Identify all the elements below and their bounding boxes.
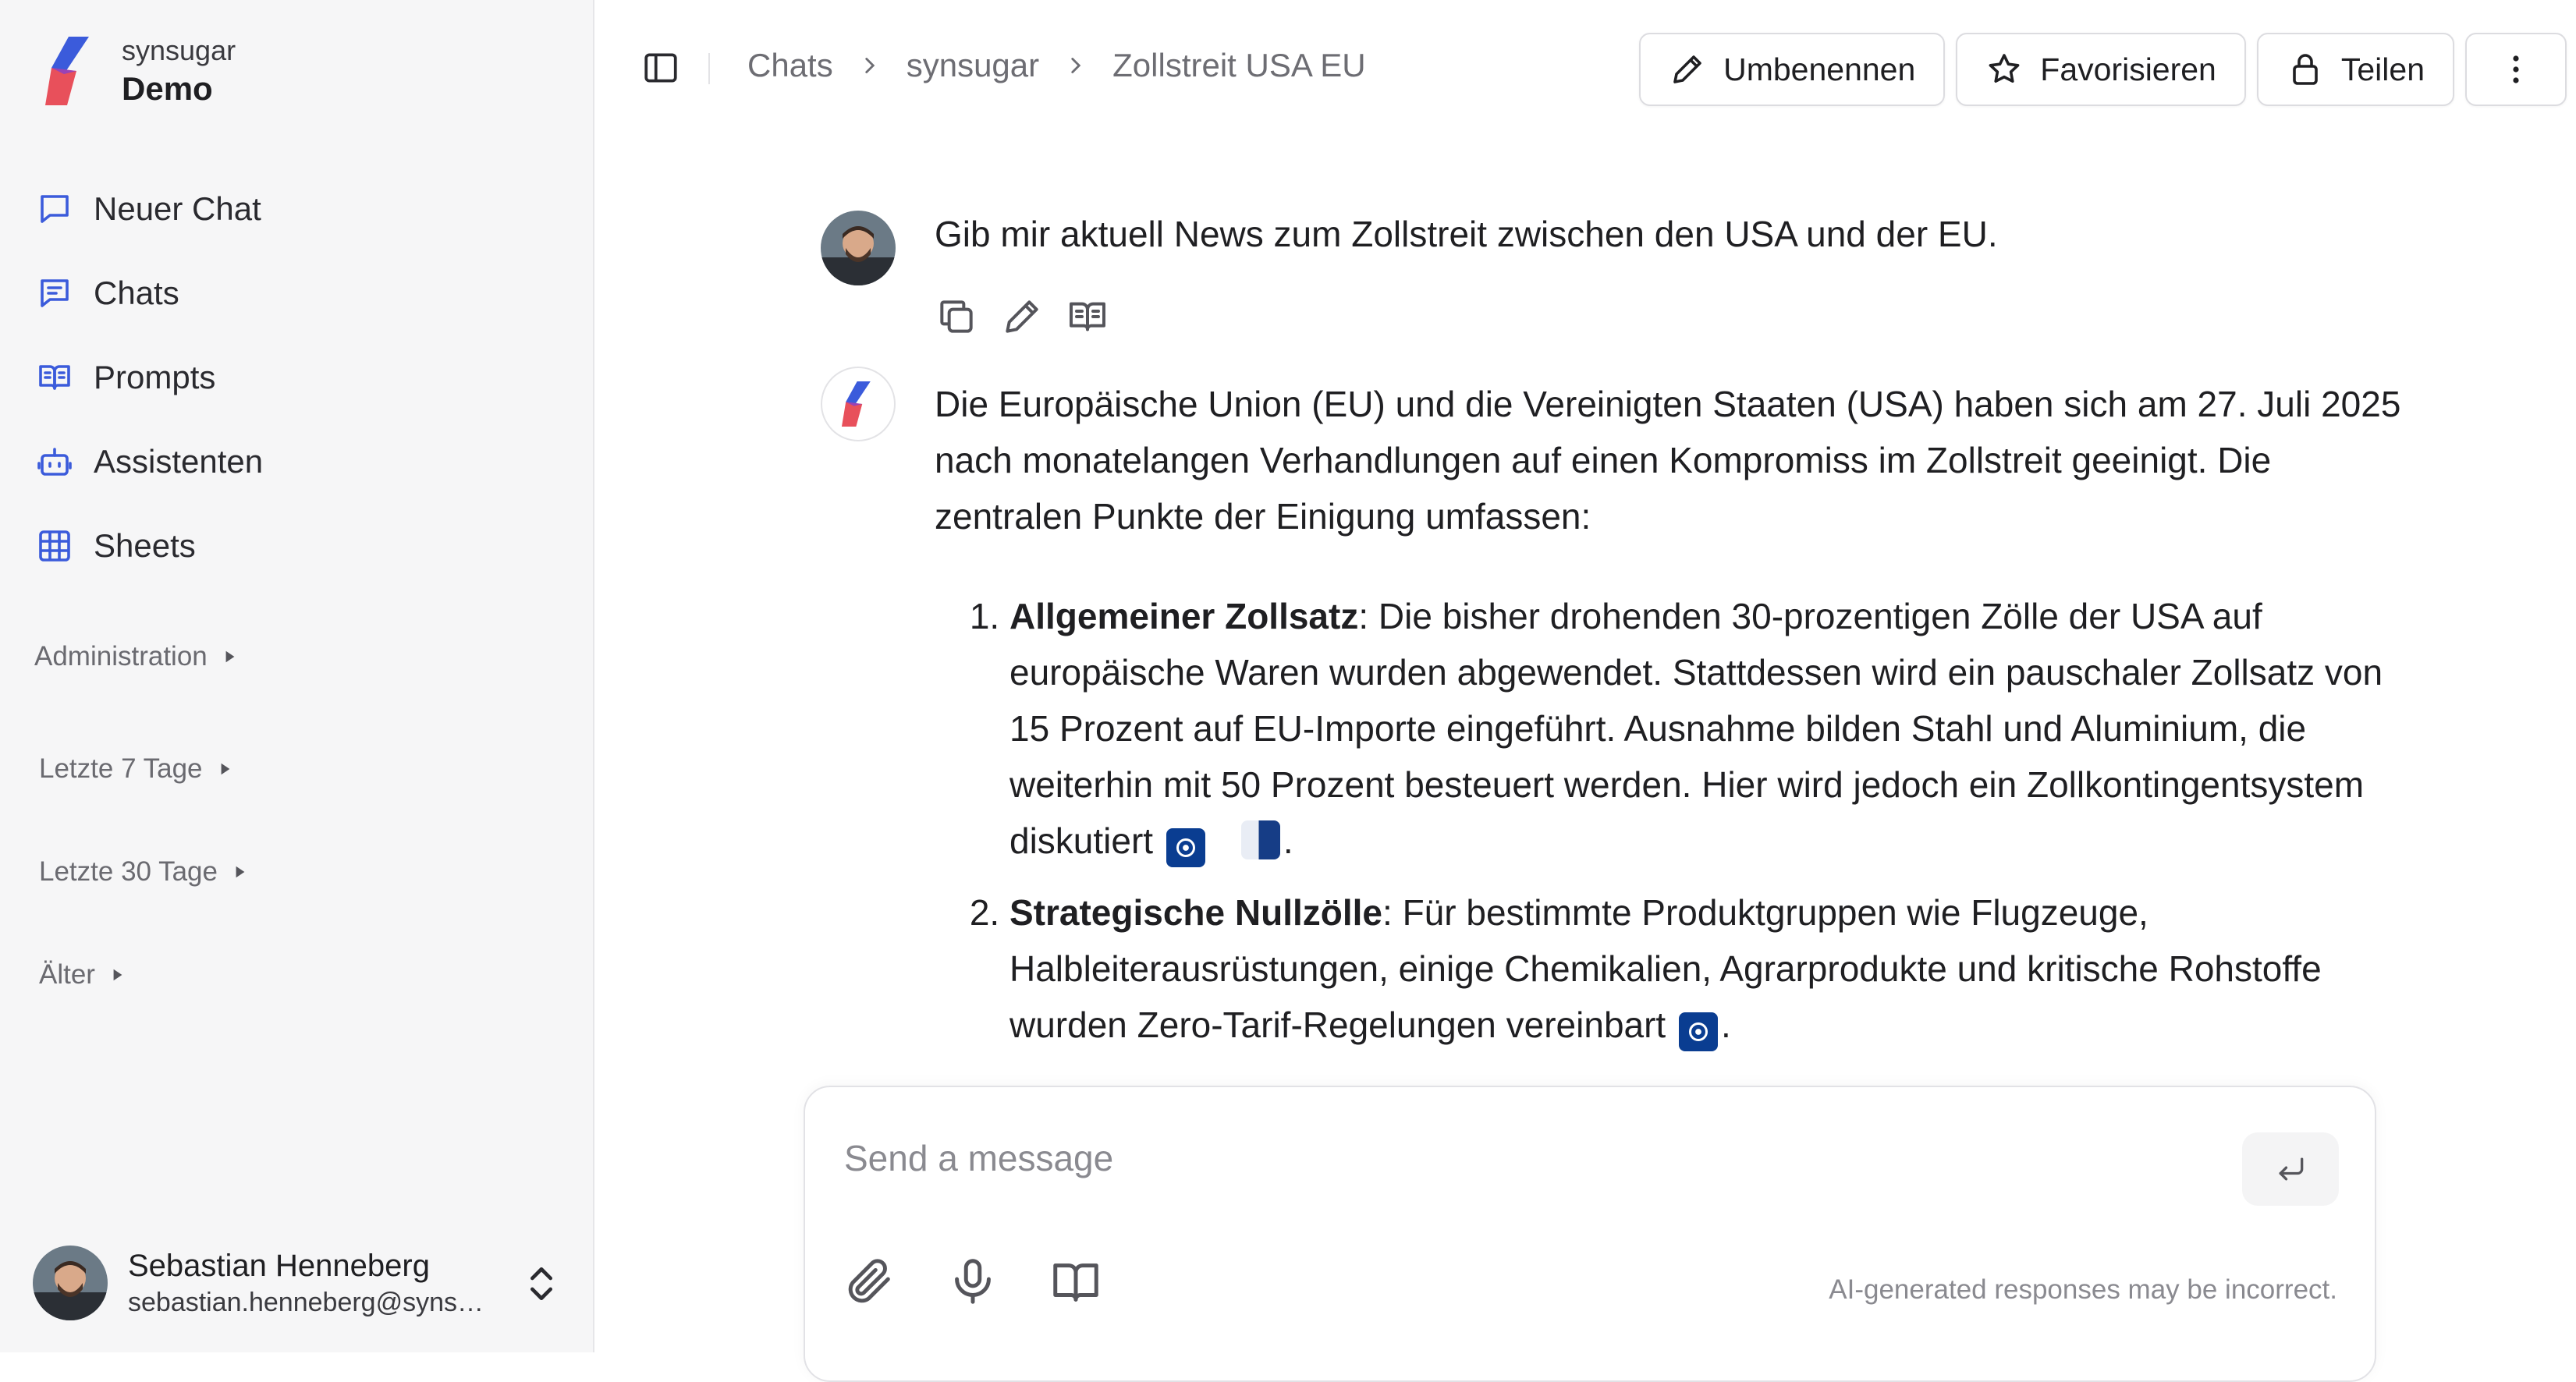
source-citation-icon[interactable] <box>1166 828 1205 867</box>
message-composer: AI-generated responses may be incorrect. <box>804 1086 2376 1382</box>
message-input[interactable] <box>843 1126 2172 1190</box>
sidebar-item-new-chat[interactable]: Neuer Chat <box>31 172 569 246</box>
list-item: Strategische Nullzölle: Für bestimmte Pr… <box>1009 884 2409 1053</box>
sidebar-item-chats[interactable]: Chats <box>31 256 569 331</box>
caret-right-icon <box>225 650 235 663</box>
list-item-period: . <box>1283 820 1293 861</box>
pencil-icon <box>1673 55 1701 83</box>
sidebar-item-label: Prompts <box>94 359 216 395</box>
message-toolbar <box>935 295 1131 338</box>
user-menu[interactable]: Sebastian Henneberg sebastian.henneberg@… <box>33 1240 563 1326</box>
share-label: Teilen <box>2340 51 2425 87</box>
book-open-icon <box>39 365 70 390</box>
list-item-title: Allgemeiner Zollsatz <box>1009 596 1359 636</box>
avatar <box>33 1246 108 1320</box>
more-vertical-icon <box>2513 55 2519 83</box>
divider <box>708 53 710 84</box>
table-icon <box>39 530 70 562</box>
top-bar: Chats synsugar Zollstreit USA EU Umbenen… <box>594 0 2576 140</box>
section-last-30-days[interactable]: Letzte 30 Tage <box>39 856 247 888</box>
rename-label: Umbenennen <box>1723 51 1916 87</box>
section-label: Letzte 7 Tage <box>39 753 203 784</box>
source-citation-icon[interactable] <box>1679 1012 1718 1051</box>
ai-disclaimer: AI-generated responses may be incorrect. <box>1829 1274 2337 1305</box>
sidebar-toggle-icon[interactable] <box>641 48 680 87</box>
share-button[interactable]: Teilen <box>2256 33 2454 106</box>
synsugar-logo-icon <box>45 37 89 105</box>
favorite-button[interactable]: Favorisieren <box>1956 33 2246 106</box>
user-avatar-image <box>33 1246 108 1320</box>
list-item-period: . <box>1721 1005 1731 1045</box>
caret-right-icon <box>113 969 122 981</box>
rename-button[interactable]: Umbenennen <box>1639 33 1946 106</box>
section-label: Administration <box>34 641 208 672</box>
edit-icon[interactable] <box>1000 295 1044 338</box>
source-citation-icon[interactable] <box>1240 820 1280 859</box>
avatar <box>821 211 896 285</box>
sidebar: synsugar Demo Neuer Chat Chats Prompts A… <box>0 0 594 1352</box>
copy-icon[interactable] <box>935 295 978 338</box>
answer-intro: Die Europäische Union (EU) und die Verei… <box>935 384 2401 537</box>
breadcrumb: Chats synsugar Zollstreit USA EU <box>747 47 1366 84</box>
chevron-right-icon <box>865 58 875 73</box>
section-administration[interactable]: Administration <box>34 641 237 672</box>
paperclip-icon[interactable] <box>843 1254 897 1309</box>
send-button[interactable] <box>2242 1132 2339 1206</box>
sidebar-item-sheets[interactable]: Sheets <box>31 509 569 583</box>
sidebar-item-label: Chats <box>94 275 179 311</box>
composer-toolbar <box>843 1254 1151 1309</box>
favorite-label: Favorisieren <box>2040 51 2216 87</box>
section-label: Älter <box>39 959 95 990</box>
user-message-text: Gib mir aktuell News zum Zollstreit zwis… <box>935 214 1998 254</box>
chat-actions: Umbenennen Favorisieren Teilen <box>1628 33 2567 106</box>
message-square-icon <box>41 195 69 223</box>
section-older[interactable]: Älter <box>39 959 125 990</box>
caret-right-icon <box>221 763 229 775</box>
sidebar-nav: Neuer Chat Chats Prompts Assistenten She… <box>31 172 569 583</box>
chevrons-up-down-icon[interactable] <box>520 1262 563 1306</box>
list-item-title: Strategische Nullzölle <box>1009 892 1383 933</box>
assistant-avatar <box>821 367 896 441</box>
user-info: Sebastian Henneberg sebastian.henneberg@… <box>128 1246 495 1320</box>
news-source-icon <box>1176 838 1195 857</box>
caret-right-icon <box>236 866 245 878</box>
lock-icon <box>2293 54 2318 85</box>
sidebar-item-prompts[interactable]: Prompts <box>31 340 569 415</box>
message-lines-icon <box>41 279 69 307</box>
sidebar-item-label: Sheets <box>94 527 196 564</box>
news-source-icon <box>1689 1022 1708 1041</box>
answer-list: Allgemeiner Zollsatz: Die bisher drohend… <box>935 588 2409 1053</box>
workspace-name: Demo <box>122 70 213 107</box>
section-last-7-days[interactable]: Letzte 7 Tage <box>39 753 232 785</box>
breadcrumb-item-chats[interactable]: Chats <box>747 47 833 84</box>
assistant-message-text: Die Europäische Union (EU) und die Verei… <box>935 376 2409 1068</box>
breadcrumb-item-current-chat: Zollstreit USA EU <box>1112 47 1366 83</box>
list-item: Allgemeiner Zollsatz: Die bisher drohend… <box>1009 588 2409 869</box>
save-as-prompt-icon[interactable] <box>1066 295 1109 338</box>
enter-icon <box>2279 1157 2304 1181</box>
user-email: sebastian.henneberg@synsugar.com <box>128 1288 495 1317</box>
breadcrumb-item-folder[interactable]: synsugar <box>907 47 1039 84</box>
star-icon <box>1989 54 2020 83</box>
prompt-library-icon[interactable] <box>1048 1254 1103 1309</box>
sidebar-item-assistants[interactable]: Assistenten <box>31 424 569 499</box>
more-options-button[interactable] <box>2465 33 2567 106</box>
user-name: Sebastian Henneberg <box>128 1249 430 1283</box>
bot-icon <box>37 448 72 476</box>
chevron-right-icon <box>1071 58 1081 73</box>
sidebar-item-label: Neuer Chat <box>94 190 261 227</box>
user-avatar-image <box>821 211 896 285</box>
microphone-icon[interactable] <box>946 1254 1000 1309</box>
workspace-label: synsugar Demo <box>122 33 236 109</box>
workspace-switcher[interactable]: synsugar Demo <box>41 33 236 109</box>
organization-name: synsugar <box>122 34 236 66</box>
synsugar-logo-icon <box>841 381 871 427</box>
section-label: Letzte 30 Tage <box>39 856 218 887</box>
sidebar-item-label: Assistenten <box>94 443 264 480</box>
